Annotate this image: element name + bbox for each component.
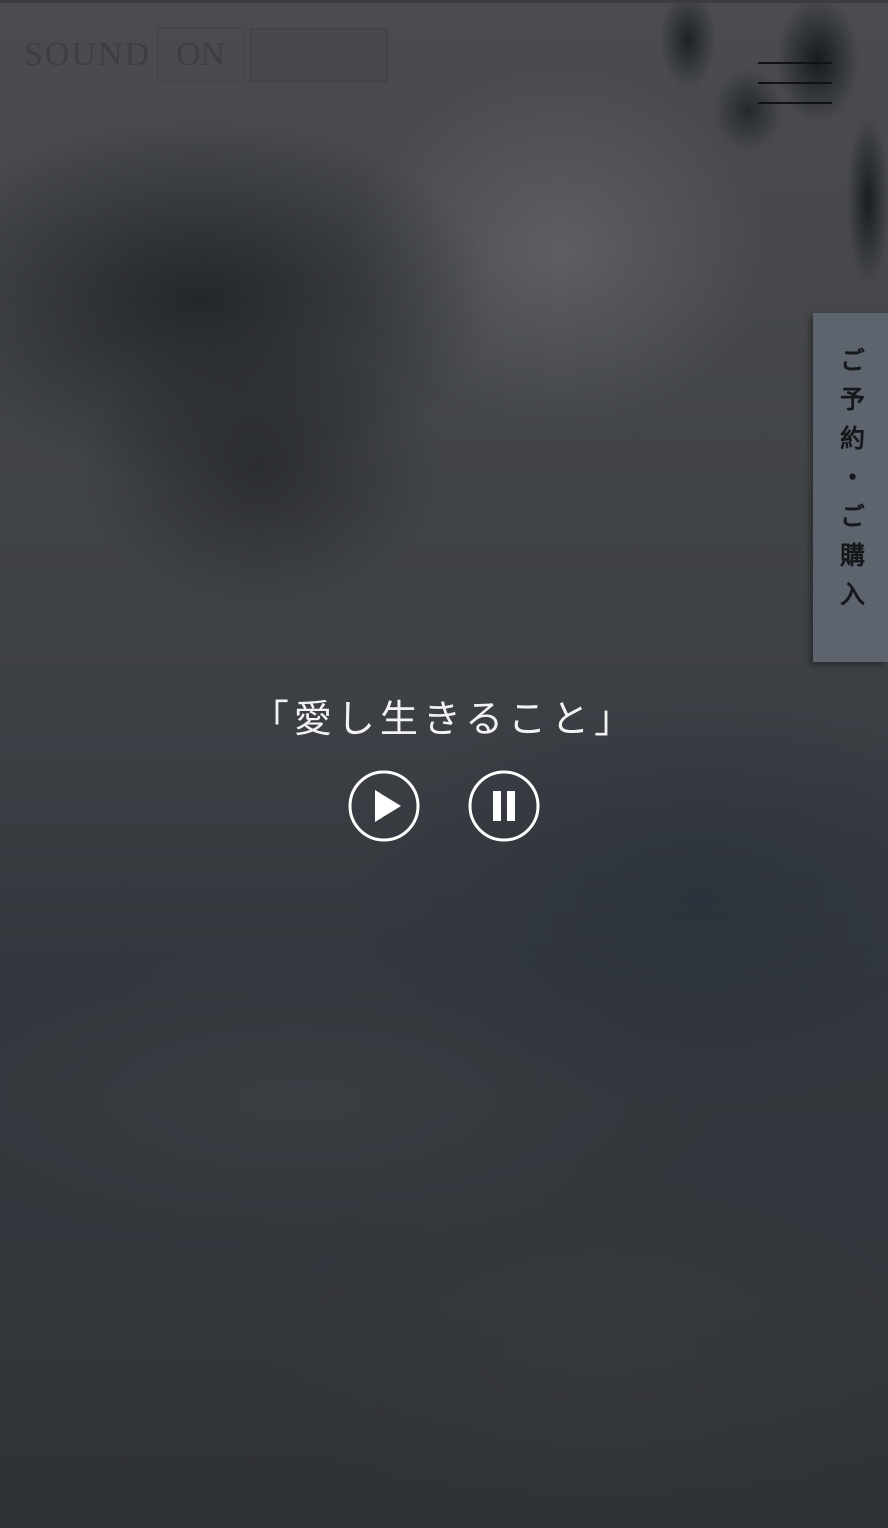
logo-box: ON — [157, 28, 245, 82]
top-edge — [0, 0, 888, 3]
logo-text: SOUND — [24, 36, 152, 73]
site-logo[interactable]: SOUND ON — [24, 28, 389, 82]
menu-line — [758, 62, 832, 64]
pause-button[interactable] — [468, 770, 540, 842]
pause-icon — [468, 770, 540, 842]
play-button[interactable] — [348, 770, 420, 842]
play-icon — [348, 770, 420, 842]
page: SOUND ON ご予約・ご購入 「愛し生きること」 — [0, 0, 888, 1528]
logo-box-blank — [250, 28, 389, 82]
reservation-purchase-tab[interactable]: ご予約・ご購入 — [813, 313, 888, 662]
menu-line — [758, 82, 832, 84]
page-title: 「愛し生きること」 — [250, 697, 638, 741]
background-tree-shadow — [588, 0, 888, 320]
menu-line — [758, 102, 832, 104]
hamburger-menu-icon[interactable] — [758, 60, 832, 106]
reservation-purchase-label: ご予約・ご購入 — [836, 347, 866, 620]
player-controls — [348, 770, 540, 842]
